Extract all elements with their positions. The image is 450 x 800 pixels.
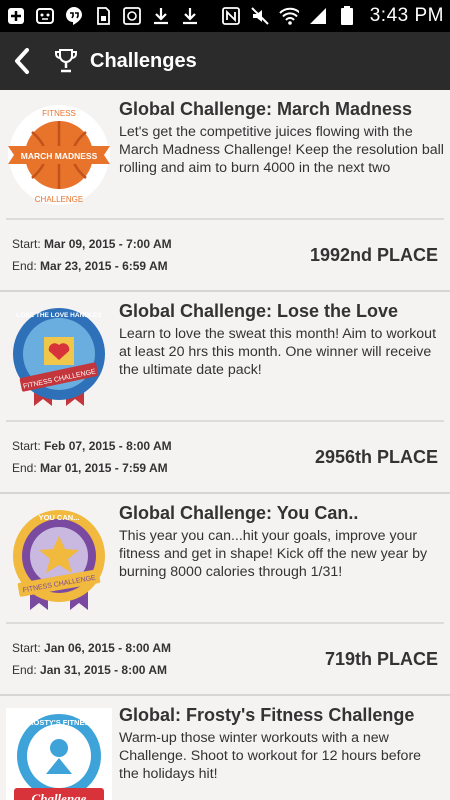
end-date: Jan 31, 2015 - 8:00 AM: [40, 663, 167, 677]
wifi-icon: [279, 6, 299, 26]
challenge-description: This year you can...hit your goals, impr…: [119, 528, 428, 580]
download-icon: [151, 6, 171, 26]
challenge-card[interactable]: MARCH MADNESS FITNESS CHALLENGE Global C…: [0, 90, 450, 292]
challenge-title: Global: Frosty's Fitness Challenge: [119, 705, 415, 725]
start-date: Jan 06, 2015 - 8:00 AM: [44, 641, 171, 655]
plus-box-icon: [6, 6, 26, 26]
status-bar: 3:43 PM: [0, 0, 450, 32]
back-arrow-icon[interactable]: [10, 46, 34, 76]
challenge-card[interactable]: FROSTY'S FITNESS Challenge Global: Frost…: [0, 696, 450, 800]
svg-text:FROSTY'S FITNESS: FROSTY'S FITNESS: [24, 718, 95, 727]
svg-text:LOSE THE LOVE HANDLES: LOSE THE LOVE HANDLES: [16, 312, 102, 319]
svg-text:CHALLENGE: CHALLENGE: [35, 195, 83, 204]
status-time: 3:43 PM: [369, 5, 444, 26]
svg-text:MARCH MADNESS: MARCH MADNESS: [21, 151, 98, 161]
svg-text:FITNESS: FITNESS: [42, 109, 76, 118]
place-rank: 2956th PLACE: [314, 446, 438, 467]
gallery-icon: [122, 6, 142, 26]
robot-icon: [35, 6, 55, 26]
end-date: Mar 01, 2015 - 7:59 AM: [40, 461, 168, 475]
challenge-title: Global Challenge: March Madness: [119, 99, 413, 119]
challenge-description: Let's get the competitive juices flowing…: [119, 124, 444, 176]
challenge-card[interactable]: LOSE THE LOVE HANDLES FITNESS CHALLENGE …: [0, 292, 450, 494]
challenge-dates: Start: Jan 06, 2015 - 8:00 AM End: Jan 3…: [12, 641, 171, 677]
challenge-title: Global Challenge: You Can..: [119, 503, 359, 523]
nfc-icon: [221, 6, 241, 26]
challenge-description: Learn to love the sweat this month! Aim …: [119, 326, 437, 378]
challenge-card[interactable]: YOU CAN... FITNESS CHALLENGE Global Chal…: [0, 494, 450, 696]
challenge-dates: Start: Mar 09, 2015 - 7:00 AM End: Mar 2…: [12, 237, 172, 273]
svg-text:Challenge: Challenge: [32, 791, 87, 800]
trophy-icon: [52, 46, 80, 76]
sd-card-icon: [93, 6, 113, 26]
challenge-dates: Start: Feb 07, 2015 - 8:00 AM End: Mar 0…: [12, 439, 172, 475]
place-rank: 1992nd PLACE: [309, 244, 438, 265]
start-date: Feb 07, 2015 - 8:00 AM: [44, 439, 172, 453]
battery-icon: [337, 6, 357, 26]
app-bar: Challenges: [0, 32, 450, 90]
start-date: Mar 09, 2015 - 7:00 AM: [44, 237, 172, 251]
download-icon: [180, 6, 200, 26]
lose-the-love-badge: LOSE THE LOVE HANDLES FITNESS CHALLENGE: [6, 304, 112, 410]
end-date: Mar 23, 2015 - 6:59 AM: [40, 259, 168, 273]
you-can-badge: YOU CAN... FITNESS CHALLENGE: [6, 506, 112, 612]
mute-icon: [250, 6, 270, 26]
hangouts-icon: [64, 6, 84, 26]
page-title: Challenges: [90, 49, 197, 72]
place-rank: 719th PLACE: [324, 648, 438, 669]
svg-text:YOU CAN...: YOU CAN...: [39, 513, 80, 522]
march-madness-badge: MARCH MADNESS FITNESS CHALLENGE: [6, 102, 112, 208]
frosty-badge: FROSTY'S FITNESS Challenge: [6, 708, 112, 800]
challenge-description: Warm-up those winter workouts with a new…: [119, 730, 422, 782]
challenge-title: Global Challenge: Lose the Love: [119, 301, 399, 321]
challenge-list: MARCH MADNESS FITNESS CHALLENGE Global C…: [0, 90, 450, 800]
signal-icon: [308, 6, 328, 26]
